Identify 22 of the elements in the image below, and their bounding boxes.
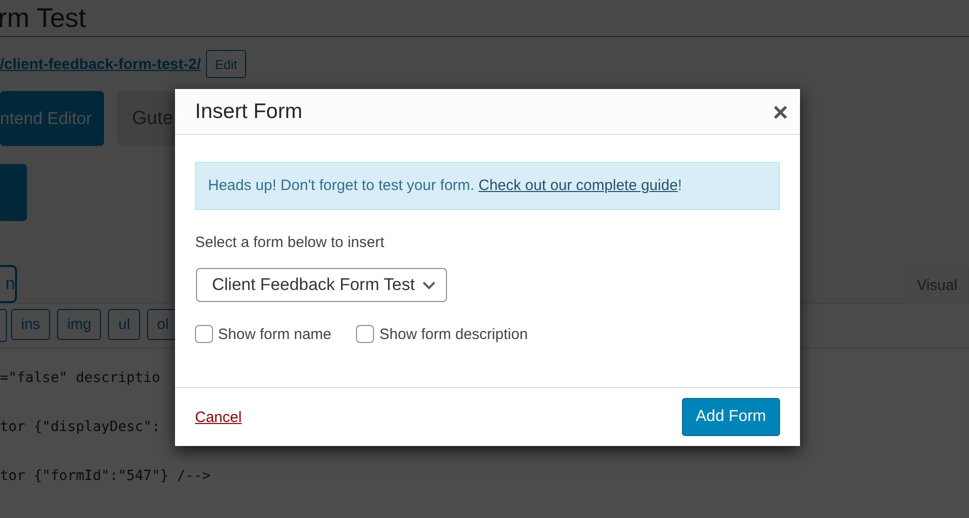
editor-button[interactable]: ntend Editor <box>0 91 104 146</box>
edit-button[interactable]: Edit <box>206 50 246 78</box>
quicktag-button[interactable]: img <box>57 309 102 340</box>
quicktag-button[interactable]: ul <box>108 309 140 340</box>
checkbox-label: Show form description <box>379 326 528 342</box>
form-select[interactable]: Client Feedback Form Test <box>196 268 447 302</box>
code-line: tor {"formId":"547"} /--> <box>0 468 211 484</box>
code-line: tor {"displayDesc": <box>0 419 160 435</box>
cut-off-button[interactable]: n <box>0 265 17 303</box>
close-button[interactable]: × <box>772 100 788 124</box>
add-form-submit-button[interactable]: Add Form <box>682 398 780 436</box>
code-line: ="false" descriptio <box>0 370 160 386</box>
permalink-link[interactable]: /client-feedback-form-test-2/ <box>0 56 201 72</box>
checkbox-label: Show form name <box>218 326 332 342</box>
page-title: rm Test <box>0 2 88 35</box>
notice-text: Heads up! Don't forget to test your form. <box>208 177 476 194</box>
quicktag-button[interactable]: ins <box>11 309 50 340</box>
modal-title: Insert Form <box>195 100 302 124</box>
notice-end: ! <box>678 177 682 194</box>
select-label: Select a form below to insert <box>195 234 386 251</box>
cancel-link[interactable]: Cancel <box>195 408 242 426</box>
guide-link[interactable]: Check out our complete guide <box>478 177 678 194</box>
